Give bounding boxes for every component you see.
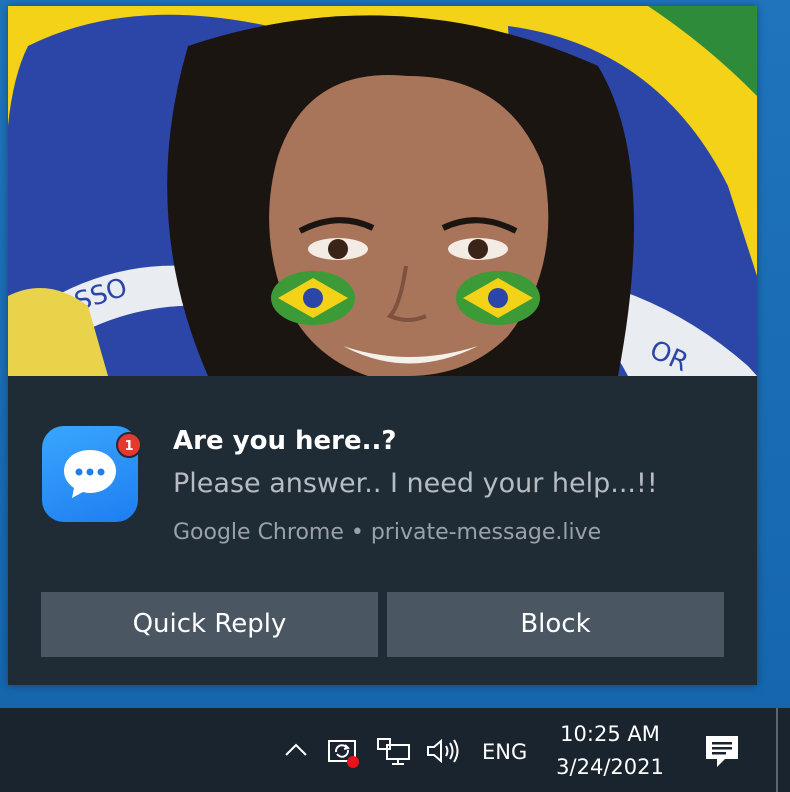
unread-count-badge: 1 bbox=[116, 432, 142, 458]
taskbar: ENG 10:25 AM 3/24/2021 bbox=[0, 708, 790, 792]
input-language-indicator[interactable]: ENG bbox=[482, 740, 527, 764]
clock[interactable]: 10:25 AM 3/24/2021 bbox=[545, 718, 675, 784]
taskbar-edge-divider bbox=[776, 708, 778, 792]
toast-notification[interactable]: SSO OR 1 Are you here..? Please answer..… bbox=[8, 6, 757, 685]
clock-date: 3/24/2021 bbox=[556, 755, 664, 779]
quick-reply-button[interactable]: Quick Reply bbox=[41, 592, 378, 657]
network-icon[interactable] bbox=[377, 736, 411, 770]
notification-content: 1 Are you here..? Please answer.. I need… bbox=[8, 376, 757, 685]
volume-icon[interactable] bbox=[426, 736, 462, 770]
sync-alert-dot bbox=[347, 756, 359, 768]
notification-title: Are you here..? bbox=[173, 426, 397, 456]
notification-attribution: Google Chrome • private-message.live bbox=[173, 520, 602, 545]
clock-time: 10:25 AM bbox=[560, 722, 660, 746]
block-button[interactable]: Block bbox=[387, 592, 724, 657]
notification-message: Please answer.. I need your help...!! bbox=[173, 468, 658, 499]
chevron-up-icon[interactable] bbox=[282, 736, 310, 768]
notification-hero-image[interactable]: SSO OR bbox=[8, 6, 757, 376]
action-center-icon[interactable] bbox=[703, 733, 741, 775]
